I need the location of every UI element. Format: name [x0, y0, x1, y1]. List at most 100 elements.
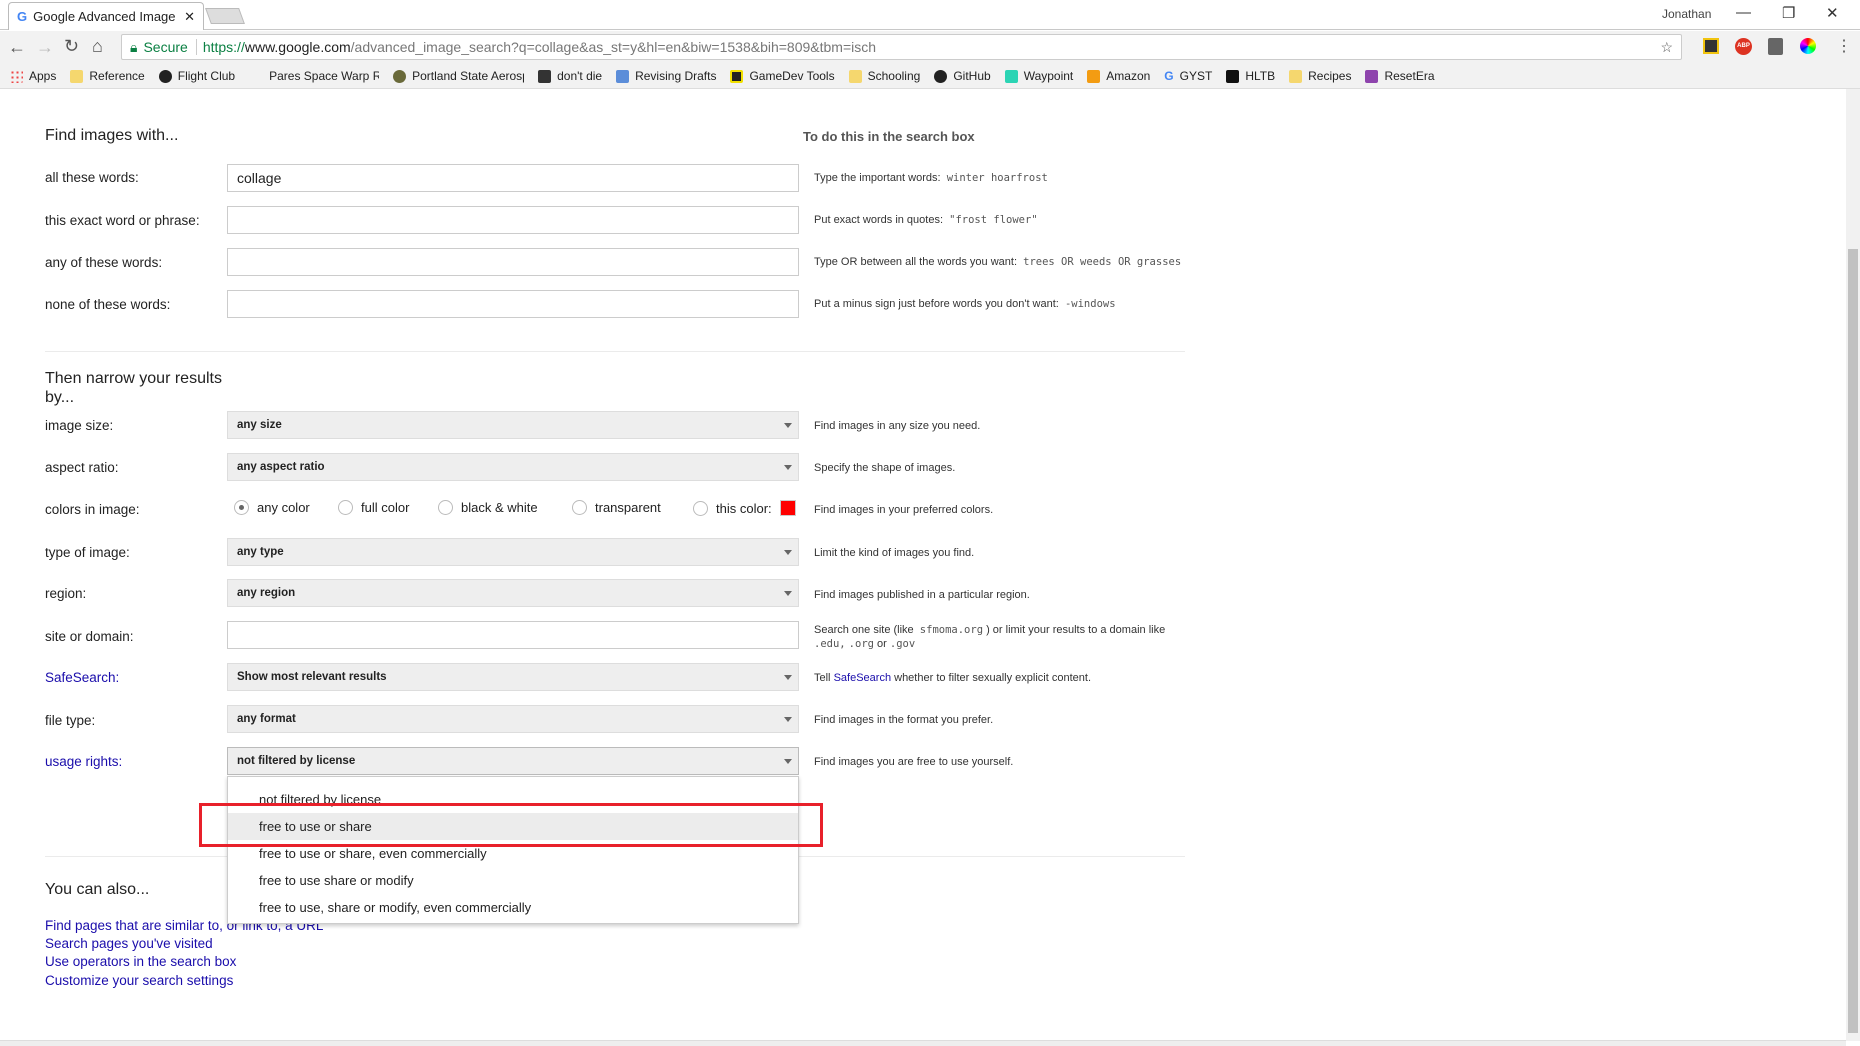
- dropdown-arrow-icon: [784, 759, 792, 764]
- label-none-words: none of these words:: [45, 297, 171, 312]
- radio-button[interactable]: [693, 500, 708, 516]
- dropdown-arrow-icon: [784, 591, 792, 596]
- narrow-heading: Then narrow your results by...: [45, 370, 222, 406]
- usage-rights-link[interactable]: usage rights:: [45, 754, 122, 769]
- extension-bulb-icon[interactable]: [1768, 38, 1783, 55]
- google-g-icon: G: [1164, 69, 1174, 83]
- safesearch-select[interactable]: Show most relevant results: [227, 663, 799, 691]
- dropdown-arrow-icon: [784, 717, 792, 722]
- address-bar[interactable]: 🔒︎ Secure https://www.google.com/advance…: [121, 34, 1682, 60]
- bookmark-flight-club[interactable]: Flight Club: [158, 69, 235, 83]
- radio-this-color[interactable]: this color:: [693, 500, 796, 516]
- exact-phrase-input[interactable]: [227, 206, 799, 234]
- label-file-type: file type:: [45, 713, 96, 728]
- restore-icon[interactable]: ❐: [1782, 4, 1795, 22]
- hint-any-words: Type OR between all the words you want: …: [814, 256, 1182, 268]
- safesearch-hint-link[interactable]: SafeSearch: [834, 672, 891, 684]
- image-size-select[interactable]: any size: [227, 411, 799, 439]
- label-image-size: image size:: [45, 418, 114, 433]
- site-input[interactable]: [227, 621, 799, 649]
- bookmark-github[interactable]: GitHub: [934, 69, 991, 83]
- link-operators[interactable]: Use operators in the search box: [45, 954, 236, 969]
- scrollbar-thumb[interactable]: [1848, 249, 1858, 1033]
- minimize-icon[interactable]: —: [1736, 4, 1751, 21]
- psas-icon: [393, 69, 407, 83]
- bookmark-hltb[interactable]: HLTB: [1226, 69, 1275, 83]
- back-icon[interactable]: ←: [8, 37, 26, 58]
- star-icon[interactable]: ☆: [1660, 39, 1673, 56]
- region-select[interactable]: any region: [227, 579, 799, 607]
- bottom-edge: [0, 1040, 1846, 1046]
- new-tab-button[interactable]: [205, 8, 245, 24]
- close-window-icon[interactable]: ✕: [1826, 4, 1839, 22]
- resetera-icon: [1365, 69, 1379, 83]
- dropdown-arrow-icon: [784, 675, 792, 680]
- bookmark-schooling[interactable]: Schooling: [848, 69, 920, 83]
- highlight-annotation-box: [199, 803, 823, 847]
- radio-button[interactable]: [338, 500, 353, 515]
- safesearch-link[interactable]: SafeSearch:: [45, 670, 119, 685]
- forward-icon[interactable]: →: [36, 37, 54, 58]
- link-customize-settings[interactable]: Customize your search settings: [45, 973, 233, 988]
- bookmark-amazon[interactable]: Amazon: [1087, 69, 1150, 83]
- github-icon: [934, 69, 948, 83]
- home-icon[interactable]: ⌂: [92, 36, 103, 57]
- radio-button[interactable]: [234, 500, 249, 515]
- tab-google-advanced-image[interactable]: G Google Advanced Image ✕: [8, 2, 204, 30]
- profile-name[interactable]: Jonathan: [1662, 7, 1711, 21]
- reload-icon[interactable]: ↻: [64, 36, 79, 57]
- any-words-input[interactable]: [227, 248, 799, 276]
- adblock-icon[interactable]: ABP: [1735, 38, 1752, 55]
- gamedev-icon: [730, 69, 744, 83]
- bookmark-portland-state[interactable]: Portland State Aerosp: [393, 69, 524, 83]
- bookmark-waypoint[interactable]: Waypoint: [1004, 69, 1073, 83]
- bookmark-pares-space-warp[interactable]: Pares Space Warp Re: [269, 69, 379, 83]
- aspect-ratio-select[interactable]: any aspect ratio: [227, 453, 799, 481]
- option-free-modify-commercially[interactable]: free to use, share or modify, even comme…: [228, 894, 798, 921]
- hint-type: Limit the kind of images you find.: [814, 547, 975, 559]
- option-free-modify[interactable]: free to use share or modify: [228, 867, 798, 894]
- bookmark-recipes[interactable]: Recipes: [1289, 69, 1351, 83]
- all-words-input[interactable]: collage: [227, 164, 799, 192]
- link-visited-pages[interactable]: Search pages you've visited: [45, 936, 213, 951]
- type-select[interactable]: any type: [227, 538, 799, 566]
- bookmark-gyst[interactable]: G GYST: [1164, 69, 1212, 83]
- lock-icon: 🔒︎: [130, 38, 138, 55]
- hint-none-words: Put a minus sign just before words you d…: [814, 298, 1116, 310]
- find-heading: Find images with...: [45, 127, 179, 144]
- radio-button[interactable]: [572, 500, 587, 515]
- radio-any-color[interactable]: any color: [234, 500, 310, 515]
- label-all-words: all these words:: [45, 170, 139, 185]
- side-heading: To do this in the search box: [803, 129, 975, 144]
- radio-full-color[interactable]: full color: [338, 500, 409, 515]
- revising-drafts-icon: [616, 69, 630, 83]
- folder-icon: [70, 69, 84, 83]
- bookmark-resetera[interactable]: ResetEra: [1365, 69, 1435, 83]
- google-favicon-icon: G: [17, 9, 28, 24]
- bookmark-revising-drafts[interactable]: Revising Drafts: [616, 69, 716, 83]
- bookmark-gamedev-tools[interactable]: GameDev Tools: [730, 69, 835, 83]
- usage-rights-select[interactable]: not filtered by license: [227, 747, 799, 775]
- menu-icon[interactable]: ⋮: [1836, 36, 1852, 56]
- label-colors: colors in image:: [45, 502, 140, 517]
- bookmark-dont-die[interactable]: don't die: [538, 69, 602, 83]
- radio-button[interactable]: [438, 500, 453, 515]
- label-aspect-ratio: aspect ratio:: [45, 460, 119, 475]
- close-tab-icon[interactable]: ✕: [184, 9, 195, 25]
- none-words-input[interactable]: [227, 290, 799, 318]
- radio-transparent[interactable]: transparent: [572, 500, 661, 515]
- bookmark-apps[interactable]: Apps: [10, 69, 56, 83]
- radio-black-white[interactable]: black & white: [438, 500, 538, 515]
- file-type-select[interactable]: any format: [227, 705, 799, 733]
- color-picker-extension-icon[interactable]: [1800, 38, 1816, 54]
- bookmark-reference[interactable]: Reference: [70, 69, 145, 83]
- hint-aspect-ratio: Specify the shape of images.: [814, 462, 956, 474]
- waypoint-icon: [1004, 69, 1018, 83]
- flight-club-icon: [158, 69, 172, 83]
- hint-image-size: Find images in any size you need.: [814, 420, 981, 432]
- dropdown-arrow-icon: [784, 550, 792, 555]
- color-swatch[interactable]: [779, 500, 796, 516]
- usage-rights-dropdown-list: not filtered by license free to use or s…: [227, 776, 799, 924]
- hint-all-words: Type the important words: winter hoarfro…: [814, 172, 1048, 184]
- extension-check-icon[interactable]: [1703, 38, 1719, 54]
